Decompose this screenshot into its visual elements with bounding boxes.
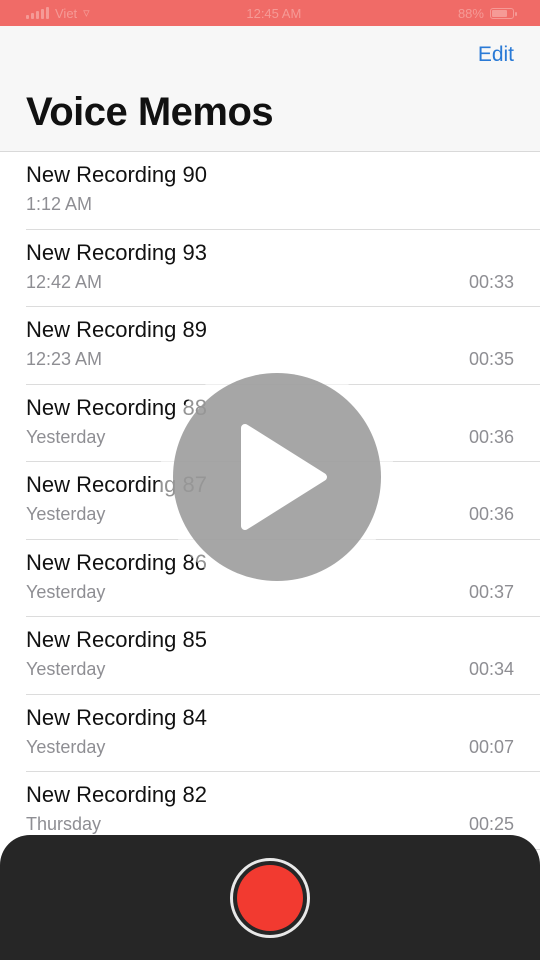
wifi-icon: ▿ — [83, 5, 90, 20]
recording-row[interactable]: New Recording 84 Yesterday 00:07 — [26, 695, 540, 772]
recording-title: New Recording 93 — [26, 239, 207, 265]
recording-date: Yesterday — [26, 736, 106, 757]
battery-icon — [489, 7, 517, 19]
recording-date: 12:23 AM — [26, 349, 103, 369]
edit-button[interactable]: Edit — [478, 43, 514, 67]
recording-date: Thursday — [26, 814, 102, 834]
recording-title: New Recording 85 — [26, 627, 207, 652]
recording-date: Yesterday — [26, 426, 106, 447]
record-bar — [0, 835, 540, 960]
page-title: Voice Memos — [26, 90, 274, 134]
recording-date: 12:42 AM — [26, 271, 103, 292]
recording-title: New Recording 90 — [26, 162, 207, 187]
recording-duration: 00:25 — [468, 814, 514, 834]
recording-duration: 00:36 — [468, 504, 514, 524]
battery-percent: 88% — [457, 5, 484, 21]
signal-icon — [26, 7, 49, 19]
recording-date: 1:12 AM — [26, 194, 93, 214]
recording-title: New Recording 84 — [26, 704, 207, 730]
recording-duration: 00:37 — [468, 581, 514, 602]
recording-duration: 00:34 — [468, 659, 514, 679]
record-button[interactable] — [230, 858, 310, 938]
recording-duration: 00:36 — [468, 426, 514, 447]
recording-date: Yesterday — [26, 504, 106, 524]
carrier-label: Viet — [55, 5, 78, 21]
recording-row[interactable]: New Recording 90 1:12 AM — [26, 152, 540, 230]
status-left: Viet ▿ — [26, 5, 90, 21]
recording-row[interactable]: New Recording 85 Yesterday 00:34 — [26, 617, 540, 695]
navigation-header: Edit Voice Memos — [0, 26, 540, 152]
status-time: 12:45 AM — [246, 5, 302, 21]
recording-row[interactable]: New Recording 93 12:42 AM 00:33 — [26, 230, 540, 307]
recording-date: Yesterday — [26, 659, 106, 679]
voice-memos-screen: Viet ▿ 12:45 AM 88% Edit Voice Memos New… — [0, 0, 540, 960]
status-right: 88% — [457, 5, 517, 21]
recording-title: New Recording 89 — [26, 317, 207, 342]
play-overlay-button[interactable] — [160, 360, 394, 594]
record-icon — [237, 865, 303, 931]
play-icon — [241, 424, 327, 530]
recording-date: Yesterday — [26, 581, 106, 602]
recording-duration: 00:07 — [468, 736, 514, 757]
recording-duration: 00:33 — [468, 271, 514, 292]
recording-title: New Recording 86 — [26, 549, 207, 575]
status-bar: Viet ▿ 12:45 AM 88% — [0, 0, 540, 26]
recording-title: New Recording 82 — [26, 782, 207, 807]
play-disc — [173, 373, 381, 581]
recording-duration: 00:35 — [468, 349, 514, 369]
